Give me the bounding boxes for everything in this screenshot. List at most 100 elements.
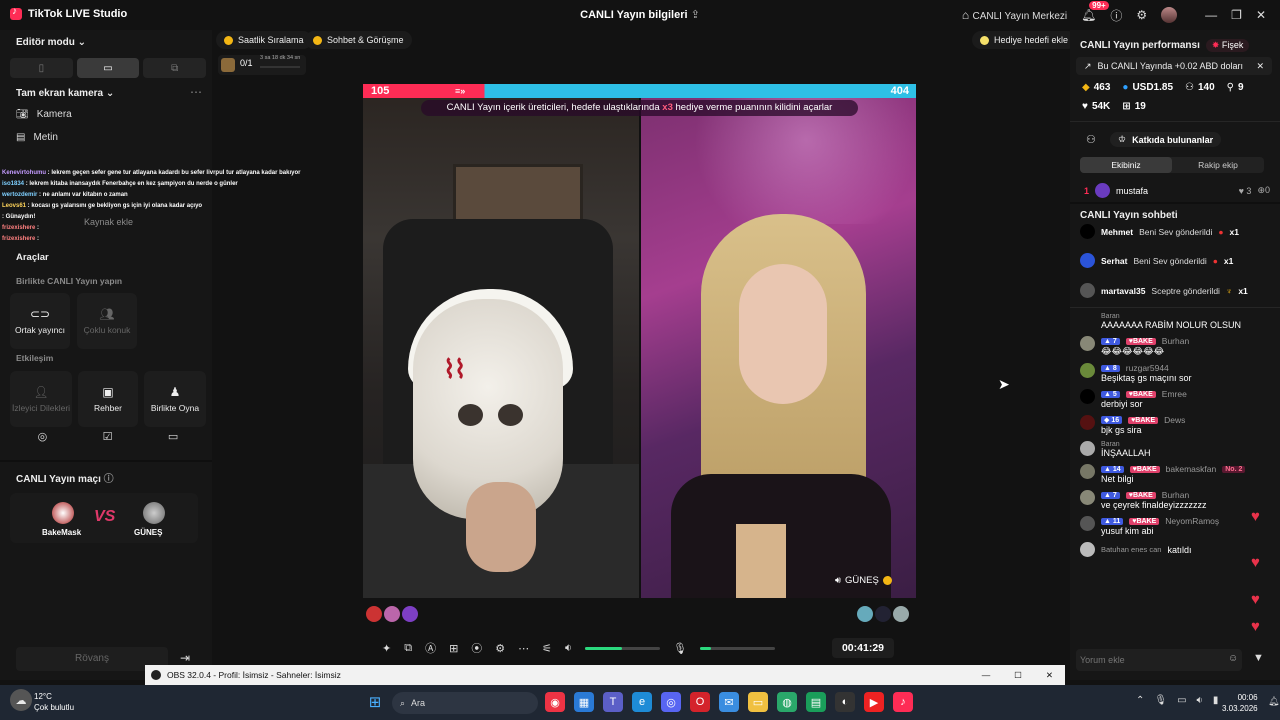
stats-row-2: ♥ 54K ⊞ 19 (1082, 101, 1146, 112)
supporter-avatar[interactable] (366, 606, 382, 622)
close-note-icon[interactable]: ✕ (1256, 61, 1264, 72)
network-icon[interactable]: ▭ (1177, 695, 1186, 706)
filter-icon[interactable]: ▼ (1253, 652, 1264, 664)
chevron-up-icon[interactable]: ⌃ (1136, 695, 1144, 706)
tab-rival-team[interactable]: Rakip ekip (1172, 157, 1264, 173)
edge-icon[interactable]: e (632, 692, 652, 712)
obs-taskbar-icon[interactable]: ◐ (835, 692, 855, 712)
trend-icon: ↗ (1084, 60, 1092, 71)
collab-title: Birlikte CANLI Yayın yapın (16, 276, 123, 286)
ai-icon[interactable]: Ⓐ (425, 640, 436, 656)
add-scene-icon[interactable]: ⊞ (449, 642, 458, 655)
magic-wand-icon[interactable]: ✦ (382, 642, 391, 655)
search-box[interactable]: ⌕ Ara (392, 692, 538, 714)
chat-meet-button[interactable]: Sohbet & Görüşme (305, 31, 412, 49)
settings-gear-icon[interactable]: ⚙ (1136, 8, 1147, 22)
supporter-avatar[interactable] (857, 606, 873, 622)
target-icon[interactable]: ◎ (38, 430, 48, 456)
supporter-avatar[interactable] (384, 606, 400, 622)
obs-minimize-icon[interactable]: — (982, 670, 991, 680)
opera-icon[interactable]: O (690, 692, 710, 712)
windows-start-icon[interactable]: ⊞ (365, 692, 385, 712)
volume-icon[interactable]: 🔉︎ (565, 642, 572, 655)
obs-maximize-icon[interactable]: ☐ (1014, 670, 1022, 681)
editor-mode-dropdown[interactable]: Editör modu ⌄ (16, 37, 86, 48)
supporter-avatar[interactable] (875, 606, 891, 622)
share-icon[interactable]: ⇪ (691, 9, 700, 21)
play-together-tool[interactable]: ♟ Birlikte Oyna (144, 371, 206, 427)
boost-icon: ≡» (455, 86, 466, 96)
battery-icon[interactable]: ▮ (1213, 695, 1219, 706)
scene-dropdown[interactable]: Tam ekran kamera ⌄ (16, 88, 114, 99)
fisek-button[interactable]: ✸ Fişek (1205, 39, 1250, 52)
portrait-layout-icon[interactable]: ▯ (10, 58, 73, 78)
source-camera[interactable]: 📷︎ Kamera (16, 109, 72, 120)
discord-icon[interactable]: ◎ (661, 692, 681, 712)
chat-list: Baran AAAAAAA RABİM NOLUR OLSUN ▲ 7 ♥BAKE B… (1080, 313, 1276, 653)
obs-close-icon[interactable]: ✕ (1046, 670, 1053, 681)
volume-level (584, 646, 623, 650)
notification-icon[interactable]: 🔔︎ 99+ (1081, 1, 1109, 22)
file-explorer-icon[interactable]: ▭ (748, 692, 768, 712)
screen-capture-icon[interactable]: ⧉ (404, 642, 412, 655)
weather-icon[interactable]: ☁ (10, 689, 32, 711)
user-avatar (1080, 464, 1095, 479)
gear-settings-icon[interactable]: ⚙ (495, 642, 505, 655)
weather-widget[interactable]: 12°C Çok bulutlu (34, 691, 74, 713)
source-text[interactable]: ▤ Metin (16, 132, 58, 143)
user-avatar (1080, 542, 1095, 557)
tab-your-team[interactable]: Ekibiniz (1080, 157, 1172, 173)
comment-input[interactable] (1080, 652, 1220, 668)
user-edit-icon[interactable]: ⚇ (1086, 133, 1096, 146)
maximize-icon[interactable]: ❐ (1231, 8, 1242, 22)
split-layout-icon[interactable]: ⧉ (143, 58, 207, 78)
volume-slider[interactable] (584, 646, 660, 650)
fan-badge: ♥BAKE (1125, 390, 1156, 398)
viewer-wishes-tool[interactable]: 👤︎ İzleyici Dilekleri (10, 371, 72, 427)
store-icon[interactable]: ▦ (574, 692, 594, 712)
mail-icon[interactable]: ✉ (719, 692, 739, 712)
speaker-tray-icon[interactable]: 🔉︎ (1197, 695, 1203, 706)
minimize-icon[interactable]: — (1205, 8, 1217, 22)
close-icon[interactable]: ✕ (1256, 8, 1266, 22)
box-icon[interactable]: ▭ (168, 430, 178, 456)
top-contributor-row[interactable]: 1 mustafa ♥ 3 ⊕0 (1084, 183, 1270, 198)
supporter-avatar[interactable] (402, 606, 418, 622)
microphone-icon[interactable]: 🎙︎ (673, 642, 687, 655)
info-icon[interactable]: ⓘ (104, 474, 114, 485)
app-icon[interactable]: ▤ (806, 692, 826, 712)
live-center-button[interactable]: ⌂ CANLI Yayın Merkezi (962, 8, 1067, 22)
help-icon[interactable]: ⓘ (1110, 7, 1122, 24)
chrome-icon[interactable]: ◉ (545, 692, 565, 712)
more-options-icon[interactable]: ⋯ (190, 85, 202, 99)
landscape-layout-icon[interactable]: ▭ (76, 58, 140, 78)
teams-icon[interactable]: T (603, 692, 623, 712)
notification-bell-icon[interactable]: 🔔︎ (1268, 696, 1279, 707)
chat-message: ▲ 14 ♥BAKE bakemaskfan No. 2 Net bilgi (1080, 464, 1276, 484)
speaker-icon[interactable]: 🔊︎ (835, 575, 841, 586)
supporter-avatar[interactable] (893, 606, 909, 622)
contributor-avatar (1095, 183, 1111, 198)
mic-tray-icon[interactable]: 🎙︎ (1154, 695, 1167, 706)
chrome-alt-icon[interactable]: ◍ (777, 692, 797, 712)
exit-icon[interactable]: ⇥ (180, 651, 190, 665)
add-gift-goal-button[interactable]: Hediye hedefi ekle (972, 31, 1077, 49)
record-icon[interactable]: ⦿ (471, 640, 482, 656)
youtube-icon[interactable]: ▶ (864, 692, 884, 712)
multi-guest-tool[interactable]: 👥︎ Çoklu konuk (77, 293, 137, 349)
emoji-icon[interactable]: ☺ (1228, 653, 1238, 664)
profile-avatar[interactable] (1161, 7, 1178, 23)
clock[interactable]: 00:06 3.03.2026 (1222, 692, 1258, 714)
more-icon[interactable]: ⋯ (518, 642, 529, 655)
sliders-icon[interactable]: ⚟ (542, 642, 552, 655)
mic-slider[interactable] (699, 646, 775, 650)
live-chat-title: CANLI Yayın sohbeti (1080, 210, 1178, 221)
hourly-ranking-button[interactable]: Saatlik Sıralama (216, 31, 312, 49)
checkbox-icon[interactable]: ☑ (103, 430, 113, 456)
mic-level (699, 646, 712, 650)
co-host-tool[interactable]: ⊂⊃ Ortak yayıncı (10, 293, 70, 349)
tiktok-taskbar-icon[interactable]: ♪ (893, 692, 913, 712)
guide-tool[interactable]: ▣ Rehber (78, 371, 138, 427)
heart-icon: ♥ (1251, 591, 1260, 608)
contributors-button[interactable]: ♔ Katkıda bulunanlar (1110, 132, 1222, 147)
